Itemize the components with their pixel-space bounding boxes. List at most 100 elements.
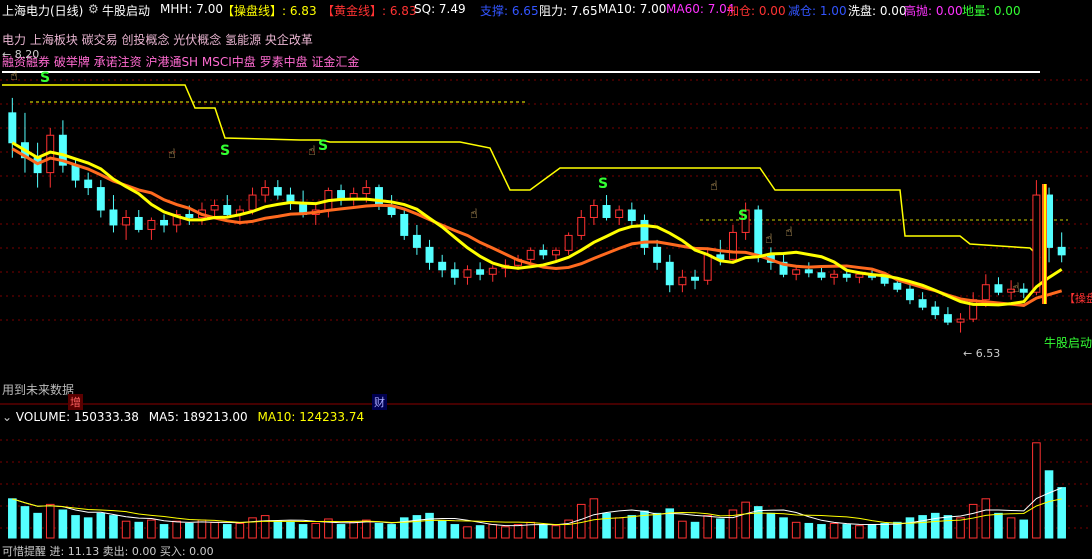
volume-bar [842,524,852,539]
candle-body [994,284,1003,293]
signal-s-label: S [220,143,230,159]
volume-bar [994,512,1003,539]
volume-bar [779,517,788,539]
volume-bar [804,522,814,539]
volume-bar [109,515,118,539]
future-data-note: 用到未来数据 [2,383,75,397]
caopan-label: 【操盘 [1064,292,1092,305]
candle-body [678,276,687,286]
candle-body [488,267,497,275]
volume-bar [58,509,68,539]
volume-bar [197,519,207,539]
candle-body [564,234,573,251]
volume-bar [867,524,877,539]
volume-bar [678,520,687,539]
candle-body [210,205,219,211]
pointing-hand-icon: ☝ [308,144,316,159]
volume-bar [791,521,801,539]
volume-bar [1044,470,1054,539]
volume-bar [33,512,42,539]
volume-bar [981,498,991,539]
candle-body [842,273,851,278]
candle-body [122,216,131,226]
volume-bar [425,512,434,539]
volume-bar [943,515,953,539]
candle-body [1032,194,1041,293]
volume-bar [893,521,902,539]
candle-body [273,187,282,196]
candle-body [627,209,636,221]
candle-body [615,209,624,218]
volume-bar [273,520,283,539]
candle-body [893,282,902,290]
candle-body [855,273,864,278]
volume-bar [83,517,93,539]
volume-bar [703,515,712,539]
volume-header: ⌄ VOLUME: 150333.38 MA5: 189213.00 MA10:… [2,410,364,424]
marker-cai[interactable]: 财 [372,394,387,410]
volume-bar [513,524,523,539]
candle-body [8,112,17,144]
candle-body [71,164,80,181]
candle-body [943,314,952,323]
candle-body [551,249,560,256]
volume-bar [235,522,245,539]
volume-bar [855,525,864,539]
price-high-label: ← 8.20 [2,48,39,61]
volume-bar [362,519,371,539]
volume-bar [260,515,270,539]
volume-bar [374,522,384,539]
volume-bar [880,522,889,539]
candle-body [147,219,156,230]
volume-bar [475,525,485,539]
candle-body [134,216,143,230]
candle-body [577,216,586,236]
volume-bar [576,503,586,539]
candle-body [248,194,257,211]
candle-body [438,261,447,271]
volume-bar [829,522,839,539]
volume-value: VOLUME: 150333.38 [15,410,139,424]
marker-zeng[interactable]: 增 [68,394,83,410]
volume-bar [210,521,219,539]
volume-bar [248,517,257,539]
candle-body [412,234,421,248]
chevron-down-icon[interactable]: ⌄ [2,410,12,424]
volume-bar [159,524,169,539]
volume-bar [45,503,55,539]
signal-s-label: S [318,138,328,154]
volume-bar [918,515,927,539]
candle-body [362,187,371,195]
volume-bar [627,515,637,539]
candle-body [602,205,611,218]
volume-bar [905,517,915,539]
candlestick-chart[interactable]: SS SSS☝☝ ☝☝☝☝ ☝☝← 8.20← 6.53 [0,0,1092,551]
volume-bar [349,521,358,539]
volume-bar [20,506,30,539]
signal-s-label: S [598,176,608,192]
volume-bar [488,524,498,539]
candle-body [450,269,459,278]
candle-body [956,318,965,323]
candle-body [804,269,813,274]
volume-bar [286,521,295,539]
candle-body [185,213,194,218]
ma5-value: MA5: 189213.00 [148,410,248,424]
volume-bar [437,520,447,539]
volume-bar [716,518,725,539]
volume-bar [539,524,548,539]
volume-bar [741,501,750,539]
volume-bar [450,524,460,539]
ma10-value: MA10: 124233.74 [257,410,365,424]
candle-body [665,261,674,286]
volume-bar [298,524,308,539]
candle-body [400,213,409,236]
candle-body [817,272,826,278]
candle-body [691,276,700,281]
volume-bar [71,515,80,539]
candle-body [1057,246,1066,256]
volume-bar [463,526,472,539]
candle-body [476,269,485,275]
candle-body [160,219,169,226]
pointing-hand-icon: ☝ [168,147,176,162]
